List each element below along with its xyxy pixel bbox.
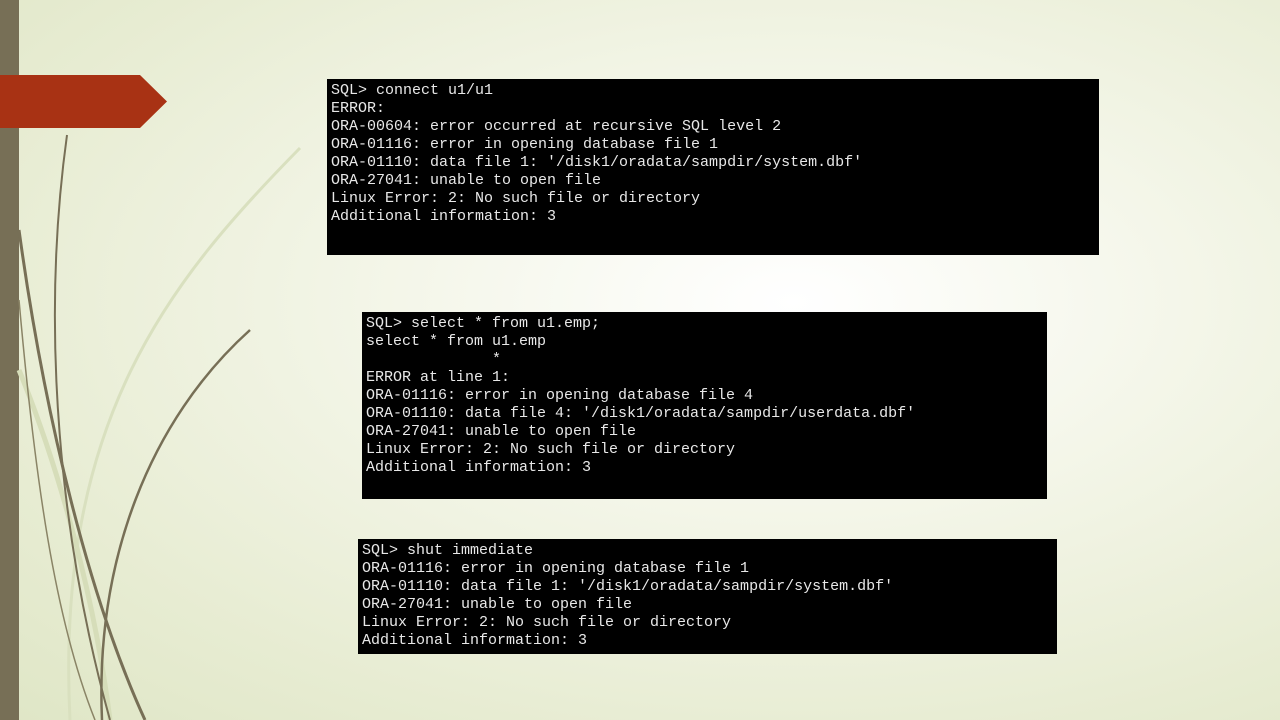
terminal-line: Linux Error: 2: No such file or director…	[366, 441, 736, 458]
terminal-line: *	[366, 351, 502, 368]
red-arrow-tab	[0, 75, 167, 128]
terminal-line: SQL> connect u1/u1	[331, 82, 494, 99]
terminal-line: ORA-27041: unable to open file	[331, 172, 602, 189]
terminal-line: Additional information: 3	[366, 459, 592, 476]
terminal-line: Additional information: 3	[362, 632, 588, 649]
terminal-line: ORA-27041: unable to open file	[362, 596, 633, 613]
terminal-line: ERROR at line 1:	[366, 369, 511, 386]
terminal-line: ORA-01116: error in opening database fil…	[366, 387, 754, 404]
terminal-line: Linux Error: 2: No such file or director…	[331, 190, 701, 207]
terminal-line: SQL> select * from u1.emp;	[366, 315, 601, 332]
terminal-line: SQL> shut immediate	[362, 542, 534, 559]
terminal-line: Linux Error: 2: No such file or director…	[362, 614, 732, 631]
terminal-line: ORA-01116: error in opening database fil…	[331, 136, 719, 153]
terminal-connect-output: SQL> connect u1/u1 ERROR: ORA-00604: err…	[327, 79, 1099, 255]
terminal-line: ERROR:	[331, 100, 386, 117]
terminal-line: ORA-01110: data file 1: '/disk1/oradata/…	[362, 578, 894, 595]
terminal-line: select * from u1.emp	[366, 333, 547, 350]
terminal-line: ORA-01110: data file 1: '/disk1/oradata/…	[331, 154, 863, 171]
terminal-select-output: SQL> select * from u1.emp; select * from…	[362, 312, 1047, 499]
terminal-line: ORA-27041: unable to open file	[366, 423, 637, 440]
terminal-line: ORA-01116: error in opening database fil…	[362, 560, 750, 577]
terminal-line: Additional information: 3	[331, 208, 557, 225]
terminal-line: ORA-01110: data file 4: '/disk1/oradata/…	[366, 405, 916, 422]
terminal-shutdown-output: SQL> shut immediate ORA-01116: error in …	[358, 539, 1057, 654]
terminal-line: ORA-00604: error occurred at recursive S…	[331, 118, 782, 135]
